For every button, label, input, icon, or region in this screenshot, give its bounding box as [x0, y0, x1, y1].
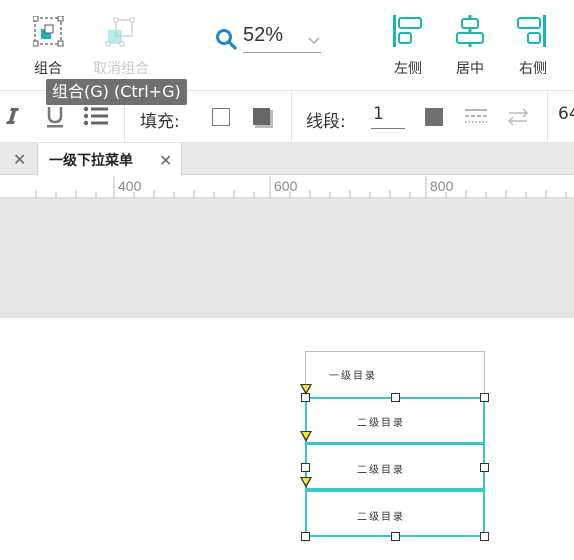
- submenu-item-label: 二级目录: [357, 465, 405, 476]
- partial-input[interactable]: 64: [558, 104, 574, 128]
- italic-icon[interactable]: [4, 106, 22, 126]
- chevron-down-icon[interactable]: [307, 36, 321, 46]
- arrow-style-icon[interactable]: [506, 107, 530, 127]
- align-center-icon: [456, 15, 484, 47]
- submenu-item-label: 二级目录: [357, 418, 405, 429]
- ungroup-button[interactable]: 取消组合: [86, 10, 158, 80]
- align-right-button[interactable]: 右侧: [503, 10, 563, 80]
- fill-label: 填充:: [140, 112, 180, 132]
- interaction-marker-icon[interactable]: [300, 431, 312, 442]
- selection-handle[interactable]: [301, 463, 310, 472]
- design-canvas[interactable]: [0, 318, 574, 560]
- format-separator: [291, 90, 292, 143]
- ungroup-label: 取消组合: [93, 61, 149, 77]
- close-tab-icon[interactable]: ✕: [159, 151, 172, 170]
- canvas-offpage-area: [0, 198, 574, 318]
- selection-handle[interactable]: [301, 532, 310, 541]
- ruler-label: 400: [118, 178, 142, 194]
- align-right-label: 右侧: [519, 61, 547, 77]
- close-all-icon[interactable]: ✕: [13, 150, 26, 169]
- align-left-button[interactable]: 左侧: [378, 10, 438, 80]
- interaction-marker-icon[interactable]: [300, 477, 312, 488]
- selection-handle[interactable]: [480, 463, 489, 472]
- partial-input-value: 64: [558, 104, 574, 124]
- selection-handle[interactable]: [480, 393, 489, 402]
- fill-color-swatch[interactable]: [212, 108, 230, 126]
- ungroup-icon: [105, 17, 135, 47]
- align-center-button[interactable]: 居中: [440, 10, 500, 80]
- menu-level1-label: 一级目录: [329, 371, 377, 382]
- ruler-label: 800: [430, 178, 454, 194]
- line-width-input[interactable]: 1: [373, 104, 384, 124]
- underline-icon[interactable]: [45, 104, 65, 128]
- shadow-icon[interactable]: [252, 107, 274, 129]
- group-label: 组合: [34, 61, 62, 77]
- search-icon: [216, 29, 237, 50]
- tooltip: 组合(G) (Ctrl+G): [46, 79, 187, 105]
- align-center-label: 居中: [456, 61, 484, 77]
- align-left-icon: [393, 15, 422, 47]
- line-color-swatch[interactable]: [425, 108, 443, 126]
- bullet-list-icon[interactable]: [83, 106, 109, 126]
- interaction-marker-icon[interactable]: [300, 384, 312, 395]
- tab-label: 一级下拉菜单: [49, 153, 133, 169]
- group-button[interactable]: 组合: [12, 10, 84, 80]
- selection-handle[interactable]: [391, 532, 400, 541]
- submenu-item-label: 二级目录: [357, 512, 405, 523]
- line-style-icon[interactable]: [464, 108, 488, 126]
- format-separator: [547, 90, 548, 143]
- line-width-underline: [371, 128, 405, 129]
- ruler-label: 600: [274, 178, 298, 194]
- align-right-icon: [517, 15, 546, 47]
- zoom-underline: [243, 52, 321, 53]
- zoom-level-input[interactable]: 52%: [243, 24, 283, 47]
- selection-handle[interactable]: [480, 532, 489, 541]
- group-icon: [33, 16, 64, 47]
- line-label: 线段:: [306, 112, 346, 132]
- align-left-label: 左侧: [394, 61, 422, 77]
- selection-handle[interactable]: [391, 393, 400, 402]
